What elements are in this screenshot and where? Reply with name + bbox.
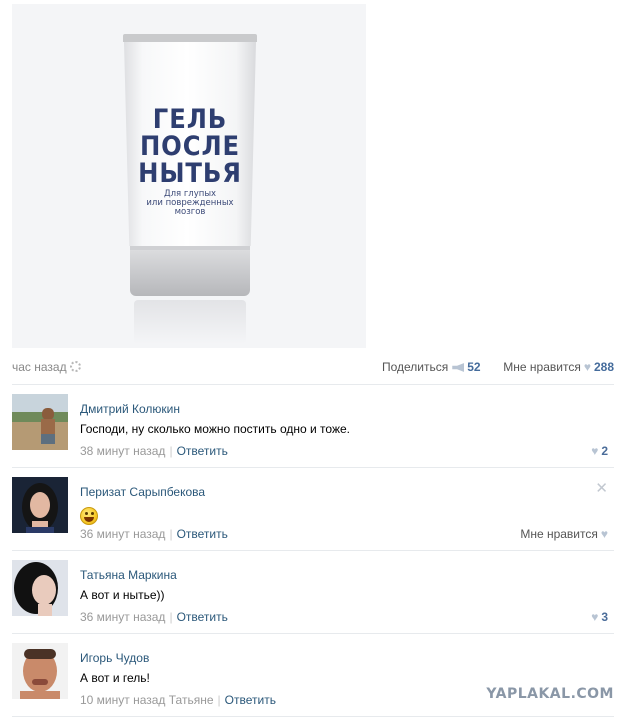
reply-button[interactable]: Ответить <box>177 527 228 541</box>
post-meta: час назад Поделиться 52 Мне нравится ♥ 288 <box>12 358 614 376</box>
heart-icon: ♥ <box>583 360 591 374</box>
comment-footer: 36 минут назад | Ответить <box>80 527 228 541</box>
divider <box>12 716 614 717</box>
avatar[interactable] <box>12 560 68 616</box>
gel-tube-image: ГЕЛЬ ПОСЛЕ НЫТЬЯ Для глупых или поврежде… <box>120 34 260 344</box>
tube-crimp <box>123 34 257 42</box>
comment-time[interactable]: 10 минут назад Татьяне <box>80 693 214 707</box>
share-count: 52 <box>467 360 481 374</box>
avatar[interactable] <box>12 477 68 533</box>
comment-author[interactable]: Перизат Сарыпбекова <box>80 485 205 499</box>
comment-footer: 10 минут назад Татьяне | Ответить <box>80 693 276 707</box>
like-count: 288 <box>593 360 614 374</box>
post-actions: Поделиться 52 Мне нравится ♥ 288 <box>382 360 614 374</box>
like-button[interactable]: Мне нравится ♥ 288 <box>503 360 614 374</box>
post-time-label[interactable]: час назад <box>12 360 67 374</box>
gear-icon[interactable] <box>69 361 81 372</box>
reply-button[interactable]: Ответить <box>177 444 228 458</box>
comment: Перизат Сарыпбекова ✕ 36 минут назад | Отв… <box>12 477 614 557</box>
comment-time[interactable]: 36 минут назад <box>80 610 165 624</box>
post-time[interactable]: час назад <box>12 360 81 374</box>
heart-icon: ♥ <box>591 610 599 624</box>
post-image[interactable]: ГЕЛЬ ПОСЛЕ НЫТЬЯ Для глупых или поврежде… <box>12 4 366 348</box>
comment-time[interactable]: 36 минут назад <box>80 527 165 541</box>
megaphone-icon <box>452 363 465 372</box>
tube-cap-edge <box>130 246 250 250</box>
like-label[interactable]: Мне нравится <box>503 360 581 374</box>
comment: Игорь Чудов А вот и гель! 10 минут назад… <box>12 643 614 723</box>
watermark: YAPLAKAL.COM <box>486 686 614 702</box>
divider <box>12 384 614 385</box>
comment-text: А вот и гель! <box>80 671 150 685</box>
comment-like[interactable]: Мне нравится ♥ <box>520 527 608 541</box>
comment-like-count: 2 <box>601 444 608 458</box>
comment: Татьяна Маркина А вот и нытье)) 36 минут… <box>12 560 614 640</box>
reply-button[interactable]: Ответить <box>225 693 276 707</box>
comment-time[interactable]: 38 минут назад <box>80 444 165 458</box>
tube-subtitle: Для глупых или поврежденных мозгов <box>120 190 260 217</box>
tube-title-line-3: НЫТЬЯ <box>138 158 242 189</box>
smile-emoji-icon <box>80 507 98 525</box>
avatar[interactable] <box>12 394 68 450</box>
avatar[interactable] <box>12 643 68 699</box>
comment: Дмитрий Колюкин Господи, ну сколько можн… <box>12 394 614 474</box>
divider <box>12 467 614 468</box>
heart-icon: ♥ <box>600 527 608 541</box>
comment-like[interactable]: ♥ 3 <box>588 610 608 624</box>
tube-subtitle-line-3: мозгов <box>174 207 206 217</box>
tube-reflection <box>134 300 246 344</box>
comment-text: Господи, ну сколько можно постить одно и… <box>80 422 350 436</box>
comment-text: А вот и нытье)) <box>80 588 165 602</box>
comment-author[interactable]: Дмитрий Колюкин <box>80 402 180 416</box>
share-label[interactable]: Поделиться <box>382 360 448 374</box>
tube-label: ГЕЛЬ ПОСЛЕ НЫТЬЯ Для глупых или поврежде… <box>120 106 260 217</box>
tube-title-line-2: ПОСЛЕ <box>139 131 241 162</box>
divider <box>12 633 614 634</box>
comment-like-count: 3 <box>601 610 608 624</box>
comment-author[interactable]: Игорь Чудов <box>80 651 149 665</box>
comment-footer: 36 минут назад | Ответить <box>80 610 228 624</box>
close-icon[interactable]: ✕ <box>595 479 608 497</box>
share-button[interactable]: Поделиться 52 <box>382 360 481 374</box>
comment-author[interactable]: Татьяна Маркина <box>80 568 177 582</box>
comment-footer: 38 минут назад | Ответить <box>80 444 228 458</box>
tube-cap <box>130 246 250 296</box>
tube-title-line-1: ГЕЛЬ <box>152 104 228 135</box>
comment-like[interactable]: ♥ 2 <box>588 444 608 458</box>
heart-icon: ♥ <box>591 444 599 458</box>
reply-button[interactable]: Ответить <box>177 610 228 624</box>
divider <box>12 550 614 551</box>
comment-like-label[interactable]: Мне нравится <box>520 527 598 541</box>
